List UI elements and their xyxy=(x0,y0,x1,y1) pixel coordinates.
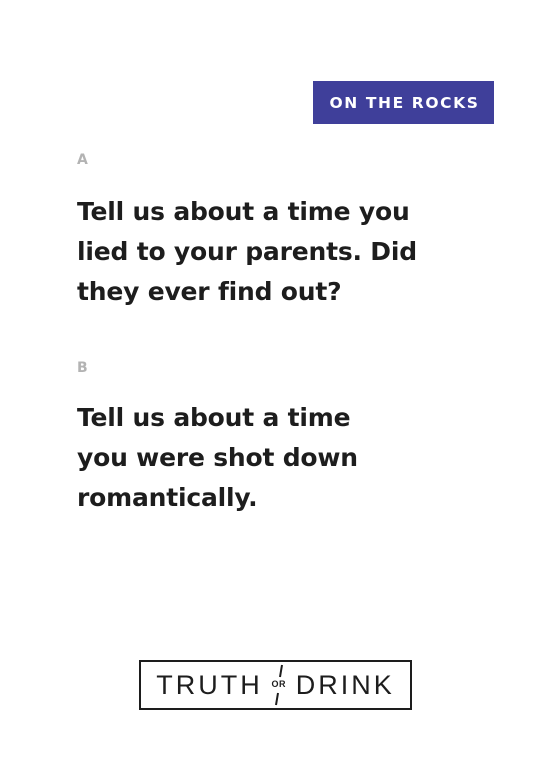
logo-word-truth: TRUTH xyxy=(156,669,263,700)
logo-word-or: OR xyxy=(271,679,286,689)
logo-or-mark: OR xyxy=(265,662,293,708)
question-a-line: Tell us about a time you xyxy=(77,197,410,226)
question-a-line: they ever find out? xyxy=(77,277,342,306)
question-a-text: Tell us about a time you lied to your pa… xyxy=(77,192,417,312)
question-card: ON THE ROCKS A Tell us about a time you … xyxy=(0,0,551,779)
logo-word-drink: DRINK xyxy=(295,669,395,700)
question-b-line: Tell us about a time xyxy=(77,403,351,432)
category-badge: ON THE ROCKS xyxy=(313,81,494,124)
question-b-text: Tell us about a time you were shot down … xyxy=(77,398,358,518)
question-b-line: you were shot down xyxy=(77,443,358,472)
question-a-line: lied to your parents. Did xyxy=(77,237,417,266)
question-a-label: A xyxy=(77,152,88,168)
truth-or-drink-logo: TRUTH OR DRINK xyxy=(139,660,412,710)
question-b-line: romantically. xyxy=(77,483,258,512)
question-b-label: B xyxy=(77,360,88,376)
